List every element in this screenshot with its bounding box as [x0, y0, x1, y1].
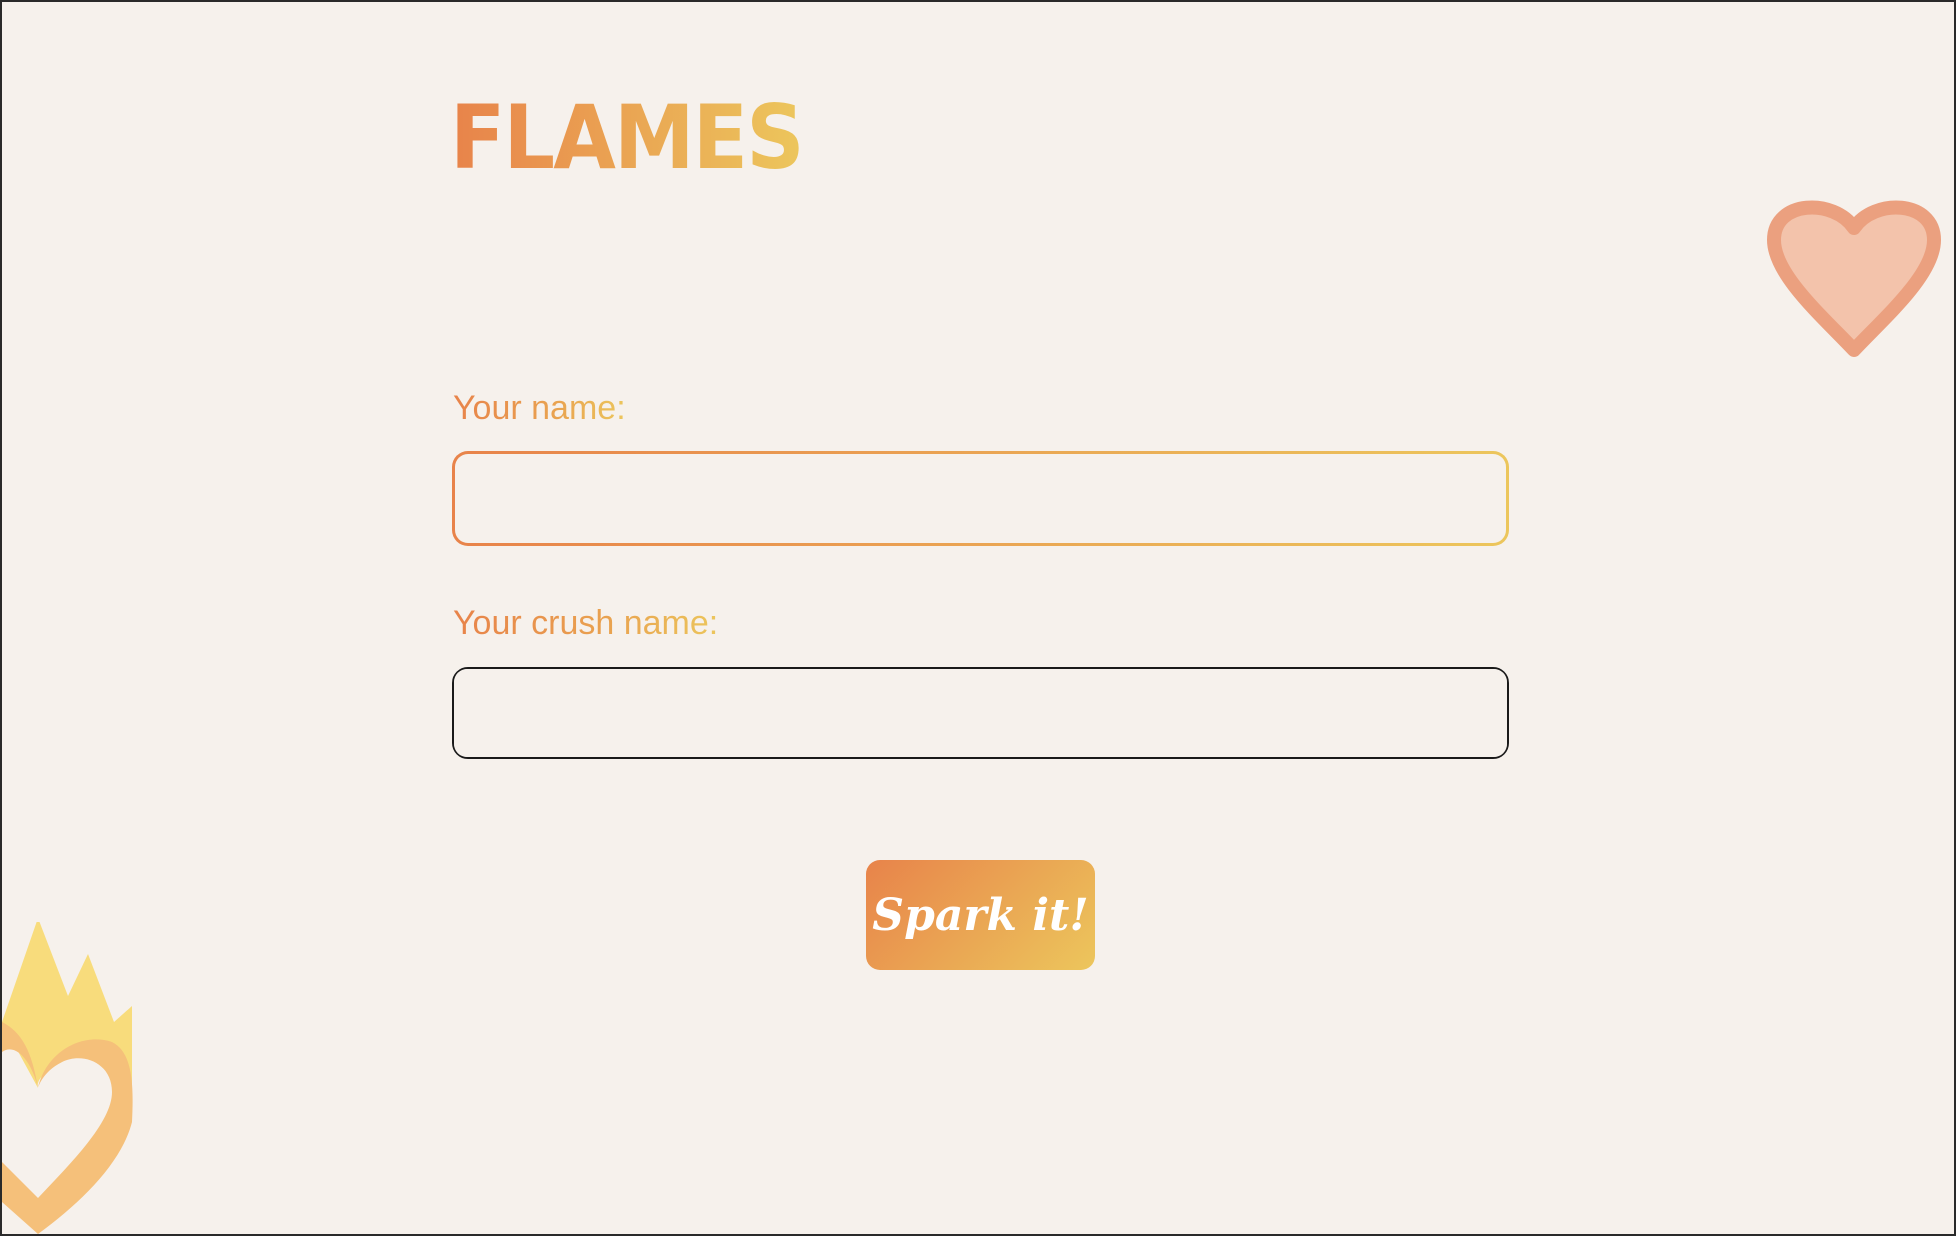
your-name-field-border — [452, 451, 1509, 546]
crush-name-input[interactable] — [454, 669, 1507, 757]
spark-it-button[interactable]: Spark it! — [866, 860, 1095, 970]
heart-icon — [1767, 200, 1941, 357]
flame-heart-icon — [2, 922, 133, 1234]
your-name-label: Your name: — [453, 389, 626, 427]
crush-name-field-border — [452, 667, 1509, 759]
your-name-input[interactable] — [455, 454, 1506, 543]
crush-name-label: Your crush name: — [453, 604, 719, 642]
app-title: FLAMES — [450, 86, 805, 189]
